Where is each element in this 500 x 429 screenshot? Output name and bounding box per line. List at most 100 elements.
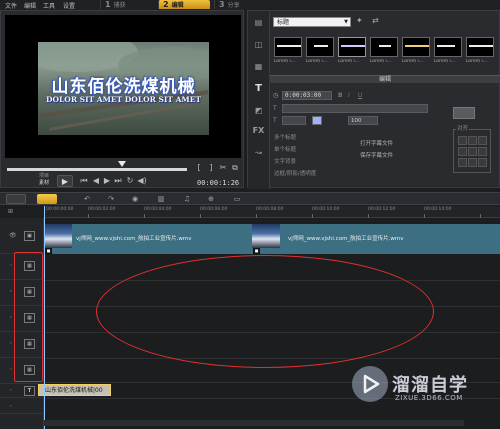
- align-bottom-right[interactable]: [478, 158, 487, 167]
- storyboard-view-button[interactable]: [6, 194, 26, 204]
- instant-project-icon[interactable]: ▦: [252, 61, 265, 73]
- play-button[interactable]: ▶: [57, 175, 73, 187]
- auto-music-icon[interactable]: ♫: [180, 195, 194, 204]
- bold-icon[interactable]: B: [338, 92, 343, 99]
- option-text-background[interactable]: 文字背景: [274, 157, 296, 165]
- align-middle-right[interactable]: [478, 147, 487, 156]
- timeline-scrollbar[interactable]: [44, 420, 464, 426]
- preset-select[interactable]: [453, 107, 475, 119]
- opacity-field[interactable]: 100: [348, 116, 378, 125]
- voice-track-header[interactable]: ◦: [0, 400, 44, 414]
- track-settings-icon[interactable]: ⊞: [8, 208, 13, 215]
- ruler-label: 00:00:06:00: [200, 207, 228, 212]
- eye-icon[interactable]: ◦: [9, 314, 13, 321]
- font-icon: T: [273, 105, 277, 112]
- align-top-right[interactable]: [478, 136, 487, 145]
- video-track-header[interactable]: 👁 ▣: [0, 224, 44, 254]
- title-icon[interactable]: T: [252, 83, 265, 95]
- playhead[interactable]: [44, 206, 45, 429]
- title-thumbnail[interactable]: [306, 37, 334, 57]
- scrubber-handle[interactable]: [118, 161, 126, 167]
- menu-bar: 文件 编辑 工具 设置 1 捕获 2 编辑 3 分享: [0, 0, 500, 10]
- mode-project-label[interactable]: 项目: [39, 173, 55, 180]
- add-title-icon[interactable]: ✦: [356, 16, 363, 25]
- color-swatch[interactable]: [312, 116, 322, 125]
- align-middle-left[interactable]: [458, 147, 467, 156]
- title-thumbnail[interactable]: [434, 37, 462, 57]
- repeat-icon[interactable]: ↻: [125, 176, 135, 186]
- size-icon: T: [273, 117, 277, 124]
- option-border-shadow[interactable]: 边框/阴影/透明度: [274, 169, 316, 177]
- option-multi-title[interactable]: 多个标题: [274, 133, 296, 141]
- path-icon[interactable]: ↝: [252, 147, 265, 159]
- eye-icon[interactable]: ◦: [9, 262, 13, 269]
- motion-tracking-icon[interactable]: ⊕: [204, 195, 218, 204]
- category-dropdown[interactable]: 标题 ▼: [273, 17, 351, 27]
- tab-edit[interactable]: 2 编辑: [158, 0, 210, 9]
- menu-tools[interactable]: 工具: [43, 1, 55, 10]
- split-clip-icon[interactable]: ✂: [218, 163, 228, 173]
- go-end-icon[interactable]: ⏭: [113, 176, 123, 186]
- eye-icon[interactable]: ◦: [9, 288, 13, 295]
- align-bottom-center[interactable]: [468, 158, 477, 167]
- ruler-label: 00:00:04:00: [144, 207, 172, 212]
- playback-scrubber[interactable]: [7, 168, 187, 171]
- timeline-view-button[interactable]: [37, 194, 57, 204]
- fx-icon[interactable]: FX: [252, 125, 265, 137]
- tab-share[interactable]: 3 分享: [214, 0, 266, 9]
- font-select[interactable]: [282, 104, 428, 113]
- eye-icon[interactable]: ◦: [9, 387, 13, 394]
- title-thumbnail[interactable]: [466, 37, 494, 57]
- enlarge-preview-icon[interactable]: ⧉: [230, 163, 240, 173]
- menu-edit[interactable]: 编辑: [24, 1, 36, 10]
- title-thumbnail[interactable]: [338, 37, 366, 57]
- media-icon[interactable]: ▤: [252, 17, 265, 29]
- title-thumbnail[interactable]: [402, 37, 430, 57]
- volume-icon[interactable]: ◀): [137, 176, 147, 186]
- tab-capture[interactable]: 1 捕获: [100, 0, 152, 9]
- align-top-left[interactable]: [458, 136, 467, 145]
- record-icon[interactable]: ◉: [128, 195, 142, 204]
- video-frame: 山东佰伦洗煤机械 DOLOR SIT AMET DOLOR SIT AMET: [38, 42, 209, 135]
- subtitle-icon[interactable]: ▭: [230, 195, 244, 204]
- eye-icon[interactable]: 👁: [9, 232, 17, 239]
- align-center[interactable]: [468, 147, 477, 156]
- preview-title-text: 山东佰伦洗煤机械: [51, 77, 196, 97]
- underline-icon[interactable]: U: [358, 92, 362, 99]
- browse-icon[interactable]: ⇄: [372, 16, 379, 25]
- clip-marker-icon: ■: [45, 248, 52, 254]
- eye-icon[interactable]: ◦: [9, 366, 13, 373]
- italic-icon[interactable]: I: [348, 92, 350, 99]
- video-track[interactable]: ■ vj师网_www.vjshi.com_航拍工业宣传片.wmv ■ vj师网_…: [44, 224, 500, 254]
- mode-clip-label[interactable]: 素材: [39, 180, 55, 187]
- align-bottom-left[interactable]: [458, 158, 467, 167]
- eye-icon[interactable]: ◦: [9, 340, 13, 347]
- timecode-display[interactable]: 00:00:1:26: [197, 179, 239, 187]
- video-clip-label[interactable]: vj师网_www.vjshi.com_航拍工业宣传片.wmv: [76, 234, 192, 242]
- timeline-ruler[interactable]: 00:00:00:00 00:00:02:00 00:00:04:00 00:0…: [44, 206, 500, 218]
- ruler-label: 00:00:08:00: [256, 207, 284, 212]
- next-frame-icon[interactable]: ▶: [102, 176, 112, 186]
- graphics-icon[interactable]: ◩: [252, 105, 265, 117]
- menu-file[interactable]: 文件: [5, 1, 17, 10]
- align-top-center[interactable]: [468, 136, 477, 145]
- mixer-icon[interactable]: ▥: [154, 195, 168, 204]
- title-thumbnail[interactable]: [274, 37, 302, 57]
- transition-icon[interactable]: ◫: [252, 39, 265, 51]
- menu-settings[interactable]: 设置: [63, 1, 75, 10]
- mark-in-icon[interactable]: [: [194, 163, 204, 173]
- title-thumbnail[interactable]: [370, 37, 398, 57]
- undo-icon[interactable]: ↶: [80, 195, 94, 204]
- title-clip[interactable]: 山东佰伦洗煤机械|00: [38, 384, 111, 396]
- mark-out-icon[interactable]: ]: [206, 163, 216, 173]
- font-size-field[interactable]: [282, 116, 306, 125]
- redo-icon[interactable]: ↷: [104, 195, 118, 204]
- open-subtitle-button[interactable]: 打开字幕文件: [360, 139, 393, 147]
- prev-frame-icon[interactable]: ◀: [91, 176, 101, 186]
- video-clip-label[interactable]: vj师网_www.vjshi.com_航拍工业宣传片.wmv: [288, 234, 404, 242]
- duration-field[interactable]: 0:00:03:00: [282, 91, 332, 100]
- go-start-icon[interactable]: ⏮: [79, 176, 89, 186]
- save-subtitle-button[interactable]: 保存字幕文件: [360, 151, 393, 159]
- eye-icon[interactable]: ◦: [9, 403, 13, 410]
- option-single-title[interactable]: 单个标题: [274, 145, 296, 153]
